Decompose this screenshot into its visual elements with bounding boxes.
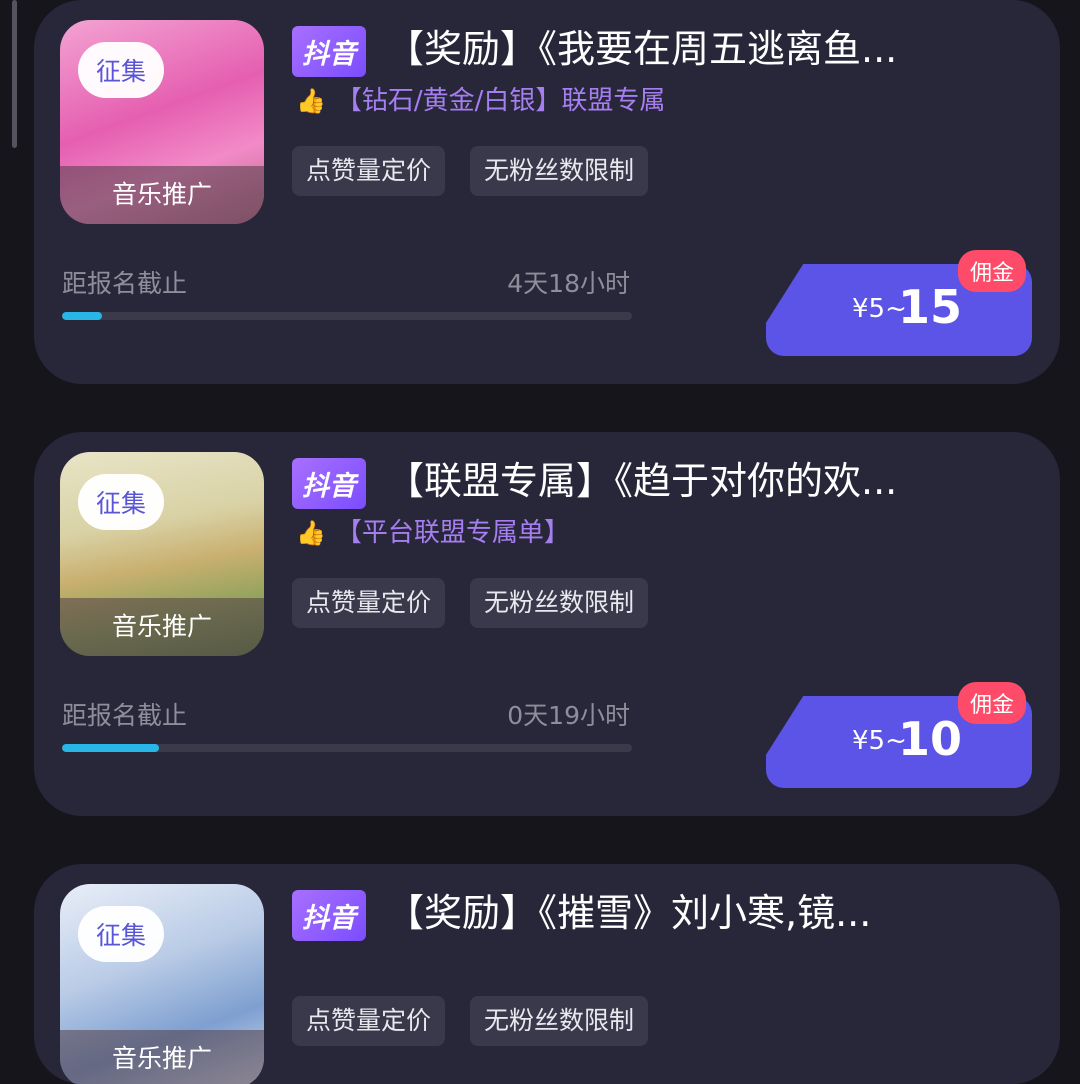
price-max: 15 bbox=[898, 280, 963, 334]
collect-chip: 征集 bbox=[78, 42, 165, 98]
tag-like-pricing: 点赞量定价 bbox=[292, 146, 446, 196]
task-card[interactable]: 征集 音乐推广 抖音 【奖励】《摧雪》刘小寒,镜... 点赞量定价 无粉丝数限制 bbox=[34, 864, 1060, 1084]
commission-badge: 佣金 bbox=[958, 250, 1027, 292]
tag-no-follower-limit: 无粉丝数限制 bbox=[470, 996, 649, 1046]
deadline-label: 距报名截止 bbox=[62, 269, 188, 298]
tier-line: 👍 【平台联盟专属单】 bbox=[296, 512, 570, 549]
task-title[interactable]: 【奖励】《我要在周五逃离鱼... bbox=[386, 18, 897, 73]
time-left: 0天19小时 bbox=[507, 701, 630, 730]
tag-no-follower-limit: 无粉丝数限制 bbox=[470, 578, 649, 628]
douyin-badge: 抖音 bbox=[292, 458, 366, 509]
task-card[interactable]: 征集 音乐推广 抖音 【奖励】《我要在周五逃离鱼... 👍 【钻石/黄金/白银】联… bbox=[34, 0, 1060, 384]
price-max: 10 bbox=[898, 712, 963, 766]
collect-chip: 征集 bbox=[78, 474, 165, 530]
task-title[interactable]: 【奖励】《摧雪》刘小寒,镜... bbox=[386, 882, 871, 937]
cover-caption: 音乐推广 bbox=[60, 1030, 264, 1084]
cover-caption: 音乐推广 bbox=[60, 598, 264, 656]
deadline-label: 距报名截止 bbox=[62, 701, 188, 730]
task-title[interactable]: 【联盟专属】《趋于对你的欢... bbox=[386, 450, 897, 505]
thumbs-up-icon: 👍 bbox=[296, 87, 326, 115]
tier-line: 👍 【钻石/黄金/白银】联盟专属 bbox=[296, 80, 665, 117]
tier-text: 【平台联盟专属单】 bbox=[335, 518, 570, 548]
cover-image: 征集 音乐推广 bbox=[60, 20, 264, 224]
commission-badge: 佣金 bbox=[958, 682, 1027, 724]
progress-fill bbox=[62, 312, 102, 320]
douyin-badge: 抖音 bbox=[292, 890, 366, 941]
progress-fill bbox=[62, 744, 159, 752]
time-left: 4天18小时 bbox=[507, 269, 630, 298]
tag-like-pricing: 点赞量定价 bbox=[292, 996, 446, 1046]
thumbs-up-icon: 👍 bbox=[296, 519, 326, 547]
tag-no-follower-limit: 无粉丝数限制 bbox=[470, 146, 649, 196]
cover-caption: 音乐推广 bbox=[60, 166, 264, 224]
scrollbar[interactable] bbox=[12, 0, 17, 148]
cover-image: 征集 音乐推广 bbox=[60, 884, 264, 1084]
douyin-badge: 抖音 bbox=[292, 26, 366, 77]
progress-bar bbox=[62, 312, 632, 320]
tier-text: 【钻石/黄金/白银】联盟专属 bbox=[335, 86, 666, 116]
progress-bar bbox=[62, 744, 632, 752]
tag-like-pricing: 点赞量定价 bbox=[292, 578, 446, 628]
task-card[interactable]: 征集 音乐推广 抖音 【联盟专属】《趋于对你的欢... 👍 【平台联盟专属单】 点… bbox=[34, 432, 1060, 816]
collect-chip: 征集 bbox=[78, 906, 165, 962]
cover-image: 征集 音乐推广 bbox=[60, 452, 264, 656]
